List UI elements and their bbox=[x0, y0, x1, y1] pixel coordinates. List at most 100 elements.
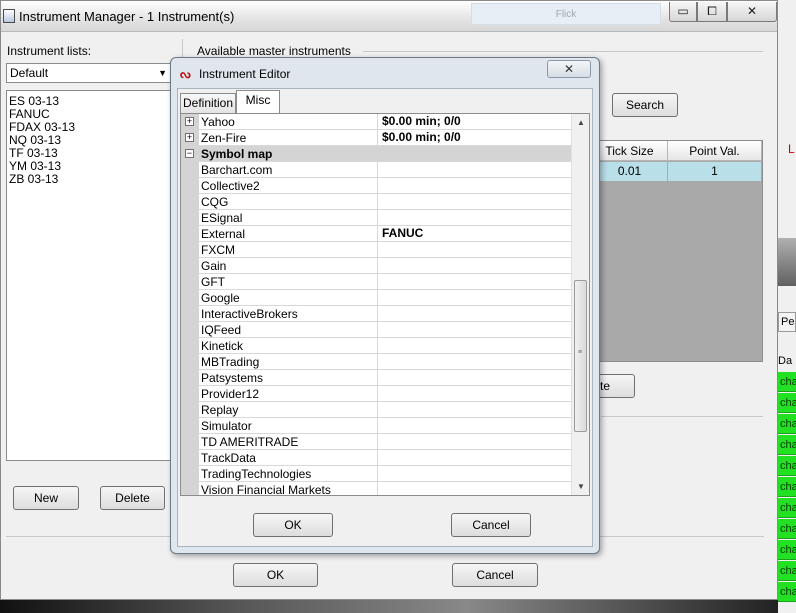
background-green-row: cha bbox=[778, 414, 796, 434]
background-perf-tab[interactable]: Perf bbox=[778, 312, 796, 332]
row-margin bbox=[181, 402, 199, 418]
property-row[interactable]: Gain bbox=[181, 258, 571, 274]
property-value[interactable]: $0.00 min; 0/0 bbox=[377, 114, 571, 130]
delete-list-button[interactable]: Delete bbox=[100, 486, 165, 510]
property-value[interactable] bbox=[377, 354, 571, 370]
property-value[interactable] bbox=[377, 450, 571, 466]
property-row[interactable]: GFT bbox=[181, 274, 571, 290]
property-value[interactable] bbox=[377, 162, 571, 178]
property-value[interactable] bbox=[377, 466, 571, 482]
property-row[interactable]: FXCM bbox=[181, 242, 571, 258]
maximize-button[interactable]: ⧠ bbox=[697, 2, 727, 22]
property-name: Yahoo bbox=[201, 115, 235, 129]
property-row[interactable]: External FANUC bbox=[181, 226, 571, 242]
property-row[interactable]: TD AMERITRADE bbox=[181, 434, 571, 450]
available-master-instruments-label: Available master instruments bbox=[197, 44, 351, 58]
row-margin bbox=[181, 322, 199, 338]
property-value[interactable] bbox=[377, 194, 571, 210]
property-value[interactable]: $0.00 min; 0/0 bbox=[377, 130, 571, 146]
property-value[interactable] bbox=[377, 386, 571, 402]
property-row[interactable]: Replay bbox=[181, 402, 571, 418]
property-value bbox=[377, 146, 571, 162]
property-name: FXCM bbox=[201, 243, 235, 257]
property-row[interactable]: Provider12 bbox=[181, 386, 571, 402]
property-name: GFT bbox=[201, 275, 225, 289]
property-row[interactable]: + Zen-Fire $0.00 min; 0/0 bbox=[181, 130, 571, 146]
property-row[interactable]: ESignal bbox=[181, 210, 571, 226]
expand-icon[interactable]: + bbox=[185, 133, 194, 142]
main-cancel-button[interactable]: Cancel bbox=[452, 563, 538, 587]
property-value[interactable]: FANUC bbox=[377, 226, 571, 242]
row-margin bbox=[181, 306, 199, 322]
search-button[interactable]: Search bbox=[612, 93, 678, 117]
property-value[interactable] bbox=[377, 370, 571, 386]
new-list-button[interactable]: New bbox=[13, 486, 79, 510]
vertical-scrollbar[interactable]: ▲ ≡ ▼ bbox=[571, 114, 589, 495]
expand-icon[interactable]: + bbox=[185, 117, 194, 126]
property-row[interactable]: Google bbox=[181, 290, 571, 306]
property-value[interactable] bbox=[377, 402, 571, 418]
editor-cancel-button[interactable]: Cancel bbox=[451, 513, 531, 537]
property-value[interactable] bbox=[377, 274, 571, 290]
grid-cell-point-value[interactable]: 1 bbox=[668, 162, 762, 181]
desktop-below-window bbox=[0, 600, 778, 613]
tab-misc[interactable]: Misc bbox=[236, 90, 280, 113]
property-name: ESignal bbox=[201, 211, 243, 225]
background-dark-band bbox=[776, 238, 796, 286]
property-value[interactable] bbox=[377, 290, 571, 306]
main-titlebar[interactable]: Instrument Manager - 1 Instrument(s) Fli… bbox=[1, 1, 777, 32]
property-value[interactable] bbox=[377, 258, 571, 274]
column-header-tick-size[interactable]: Tick Size bbox=[592, 141, 668, 161]
property-value[interactable] bbox=[377, 418, 571, 434]
property-row[interactable]: Simulator bbox=[181, 418, 571, 434]
main-ok-button[interactable]: OK bbox=[233, 563, 318, 587]
grid-cell-tick-size[interactable]: 0.01 bbox=[592, 162, 668, 181]
property-row[interactable]: TradingTechnologies bbox=[181, 466, 571, 482]
property-row[interactable]: Kinetick bbox=[181, 338, 571, 354]
property-row[interactable]: MBTrading bbox=[181, 354, 571, 370]
property-row[interactable]: + Yahoo $0.00 min; 0/0 bbox=[181, 114, 571, 130]
instrument-list-dropdown[interactable]: Default ▼ bbox=[6, 63, 172, 83]
background-green-row: cha bbox=[778, 519, 796, 539]
background-app-top bbox=[776, 0, 796, 140]
property-value[interactable] bbox=[377, 306, 571, 322]
minimize-button[interactable]: ▭ bbox=[669, 2, 697, 22]
background-green-row: cha bbox=[778, 498, 796, 518]
property-row[interactable]: Collective2 bbox=[181, 178, 571, 194]
editor-close-button[interactable]: ✕ bbox=[547, 60, 591, 78]
background-green-row: cha bbox=[778, 477, 796, 497]
column-header-point-value[interactable]: Point Val. bbox=[668, 141, 762, 161]
property-row[interactable]: TrackData bbox=[181, 450, 571, 466]
instrument-listbox[interactable]: ES 03-13 FANUC FDAX 03-13 NQ 03-13 TF 03-13 Y… bbox=[6, 90, 174, 461]
master-instruments-grid[interactable]: Tick Size Point Val. 0.01 1 bbox=[591, 140, 763, 362]
scroll-thumb[interactable]: ≡ bbox=[574, 280, 587, 432]
partial-hidden-button[interactable]: te bbox=[595, 374, 635, 398]
property-value[interactable] bbox=[377, 482, 571, 495]
close-button[interactable]: ✕ bbox=[727, 2, 777, 22]
property-grid[interactable]: + Yahoo $0.00 min; 0/0 + Zen-Fire $0.00 min; … bbox=[181, 114, 571, 495]
property-value[interactable] bbox=[377, 178, 571, 194]
editor-ok-button[interactable]: OK bbox=[253, 513, 333, 537]
instrument-list-item[interactable]: ZB 03-13 bbox=[9, 173, 171, 186]
row-margin bbox=[181, 482, 199, 495]
property-value[interactable] bbox=[377, 434, 571, 450]
property-row[interactable]: Vision Financial Markets bbox=[181, 482, 571, 495]
scroll-up-arrow-icon[interactable]: ▲ bbox=[572, 114, 589, 131]
property-row[interactable]: InteractiveBrokers bbox=[181, 306, 571, 322]
collapse-icon[interactable]: − bbox=[185, 149, 194, 158]
property-row[interactable]: IQFeed bbox=[181, 322, 571, 338]
row-margin bbox=[181, 338, 199, 354]
property-category-row[interactable]: − Symbol map bbox=[181, 146, 571, 162]
property-row[interactable]: Barchart.com bbox=[181, 162, 571, 178]
property-name: IQFeed bbox=[201, 323, 242, 337]
scroll-down-arrow-icon[interactable]: ▼ bbox=[572, 478, 589, 495]
property-value[interactable] bbox=[377, 242, 571, 258]
property-value[interactable] bbox=[377, 322, 571, 338]
tab-definition[interactable]: Definition bbox=[180, 93, 236, 113]
property-value[interactable] bbox=[377, 338, 571, 354]
property-value[interactable] bbox=[377, 210, 571, 226]
property-row[interactable]: CQG bbox=[181, 194, 571, 210]
row-margin bbox=[181, 242, 199, 258]
property-row[interactable]: Patsystems bbox=[181, 370, 571, 386]
editor-titlebar[interactable]: ᔓ Instrument Editor ✕ bbox=[171, 58, 599, 88]
